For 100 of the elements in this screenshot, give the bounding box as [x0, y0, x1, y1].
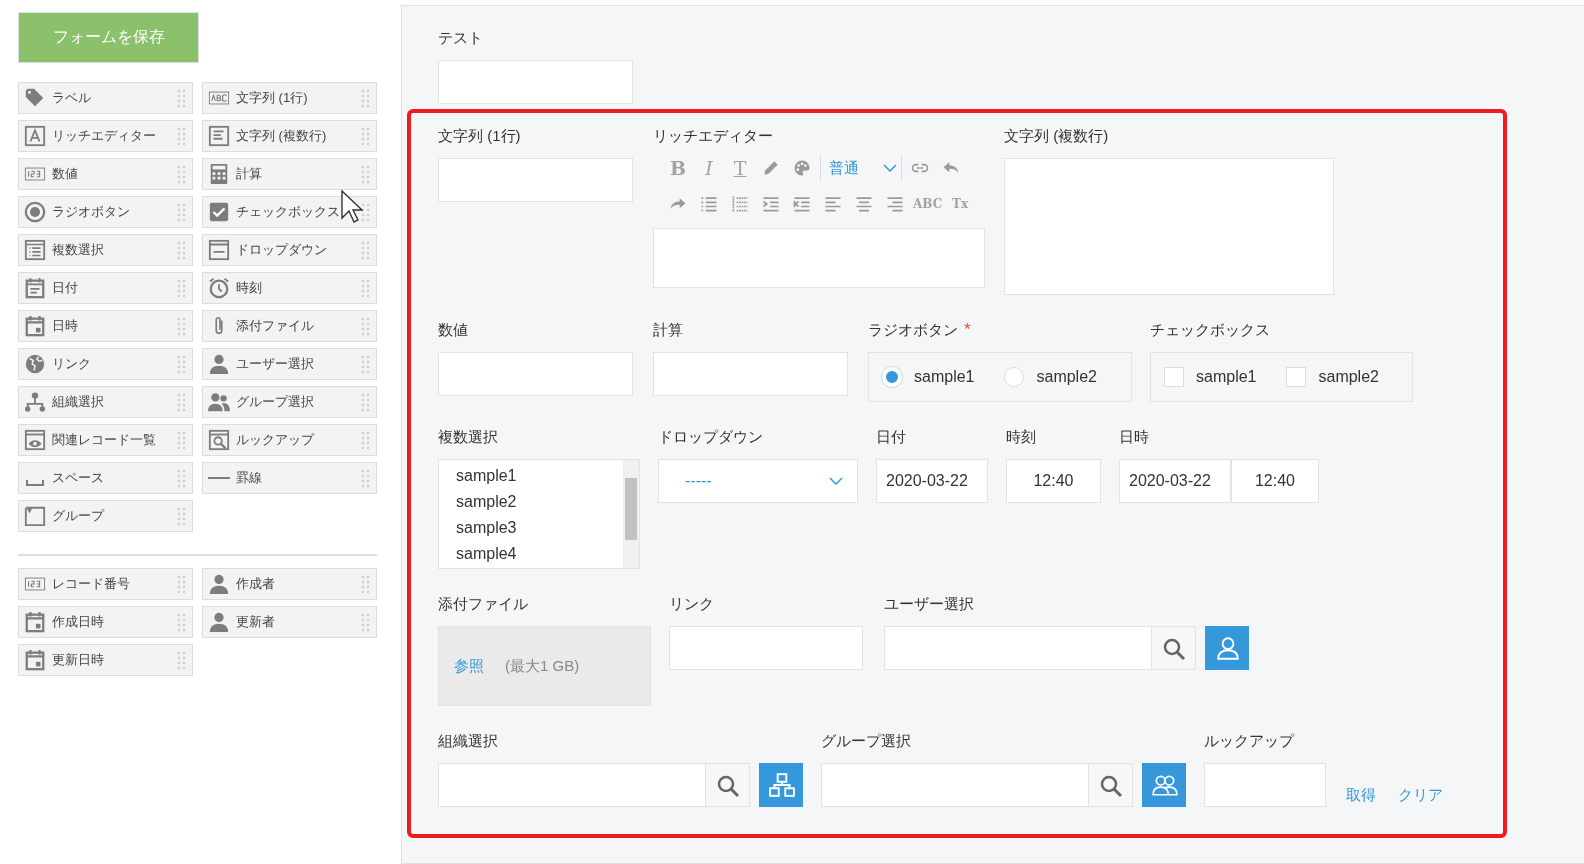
field-palette-item[interactable]: ドロップダウン — [202, 234, 377, 266]
field-label: 時刻 — [1006, 427, 1037, 447]
field-palette-item[interactable]: 作成日時 — [18, 606, 193, 638]
group-search-input[interactable] — [821, 763, 1089, 807]
field-palette-item[interactable]: ラベル — [18, 82, 193, 114]
scrollbar[interactable] — [623, 460, 639, 568]
field-palette-item[interactable]: スペース — [18, 462, 193, 494]
drag-handle-icon[interactable] — [177, 88, 186, 108]
text-input[interactable] — [438, 60, 633, 104]
field-palette-item[interactable]: グループ — [18, 500, 193, 532]
list-option[interactable]: sample1 — [456, 463, 623, 489]
person-icon — [208, 353, 230, 375]
number-input[interactable] — [438, 352, 633, 396]
drag-handle-icon[interactable] — [361, 354, 370, 374]
checkbox-option[interactable]: sample1 — [1164, 367, 1257, 387]
drag-handle-icon[interactable] — [177, 506, 186, 526]
organization-search-input[interactable] — [438, 763, 706, 807]
field-palette-item[interactable]: リンク — [18, 348, 193, 380]
palette-item-label: 作成日時 — [52, 613, 105, 631]
text-input[interactable] — [438, 158, 633, 202]
calculation-field[interactable] — [653, 352, 848, 396]
field-palette-item[interactable]: レコード番号 — [18, 568, 193, 600]
drag-handle-icon[interactable] — [361, 202, 370, 222]
drag-handle-icon[interactable] — [177, 316, 186, 336]
palette-item-label: グループ選択 — [236, 393, 315, 411]
drag-handle-icon[interactable] — [361, 316, 370, 336]
date-input[interactable]: 2020-03-22 — [876, 459, 988, 503]
palette-item-label: 添付ファイル — [236, 317, 315, 335]
lookup-input[interactable] — [1204, 763, 1326, 807]
date-input[interactable]: 2020-03-22 — [1119, 459, 1231, 503]
search-button[interactable] — [1089, 763, 1133, 807]
drag-handle-icon[interactable] — [177, 202, 186, 222]
field-palette-item[interactable]: 日付 — [18, 272, 193, 304]
field-palette-item[interactable]: 文字列 (複数行) — [202, 120, 377, 152]
drag-handle-icon[interactable] — [177, 164, 186, 184]
search-button[interactable] — [1152, 626, 1196, 670]
time-input[interactable]: 12:40 — [1006, 459, 1101, 503]
field-palette-item[interactable]: チェックボックス — [202, 196, 377, 228]
field-palette-item[interactable]: ユーザー選択 — [202, 348, 377, 380]
field-palette-item[interactable]: ルックアップ — [202, 424, 377, 456]
drag-handle-icon[interactable] — [361, 468, 370, 488]
calendar-day-icon — [24, 649, 46, 671]
list-option[interactable]: sample2 — [456, 489, 623, 515]
field-palette-item[interactable]: 関連レコード一覧 — [18, 424, 193, 456]
user-search-input[interactable] — [884, 626, 1152, 670]
field-palette-item[interactable]: 時刻 — [202, 272, 377, 304]
field-palette-item[interactable]: リッチエディター — [18, 120, 193, 152]
field-palette-item[interactable]: 作成者 — [202, 568, 377, 600]
field-palette-item[interactable]: 日時 — [18, 310, 193, 342]
search-button[interactable] — [706, 763, 750, 807]
field-palette-item[interactable]: 更新日時 — [18, 644, 193, 676]
drag-handle-icon[interactable] — [361, 164, 370, 184]
drag-handle-icon[interactable] — [177, 574, 186, 594]
field-palette-item[interactable]: 添付ファイル — [202, 310, 377, 342]
drag-handle-icon[interactable] — [361, 430, 370, 450]
time-input[interactable]: 12:40 — [1231, 459, 1319, 503]
drag-handle-icon[interactable] — [177, 612, 186, 632]
palette-item-label: 文字列 (1行) — [236, 89, 309, 107]
field-palette-item[interactable]: 更新者 — [202, 606, 377, 638]
drag-handle-icon[interactable] — [177, 392, 186, 412]
multi-select-list[interactable]: sample1 sample2 sample3 sample4 — [438, 459, 640, 569]
field-palette-item[interactable]: 計算 — [202, 158, 377, 190]
link-input[interactable] — [669, 626, 863, 670]
organization-picker-button[interactable] — [759, 763, 803, 807]
field-palette-item[interactable]: 文字列 (1行) — [202, 82, 377, 114]
drag-handle-icon[interactable] — [361, 612, 370, 632]
drag-handle-icon[interactable] — [177, 126, 186, 146]
chevron-down-icon — [883, 164, 897, 172]
group-picker-button[interactable] — [1142, 763, 1186, 807]
palette-item-label: レコード番号 — [52, 575, 131, 593]
drag-handle-icon[interactable] — [361, 278, 370, 298]
palette-item-label: 日時 — [52, 317, 79, 335]
radio-option[interactable]: sample2 — [1004, 367, 1097, 387]
drag-handle-icon[interactable] — [177, 354, 186, 374]
checkbox-option[interactable]: sample2 — [1286, 367, 1379, 387]
palette-item-label: グループ — [52, 507, 106, 525]
drag-handle-icon[interactable] — [177, 650, 186, 670]
field-label: ユーザー選択 — [884, 594, 975, 614]
drag-handle-icon[interactable] — [361, 88, 370, 108]
rich-text-editor[interactable] — [653, 228, 985, 288]
drag-handle-icon[interactable] — [361, 574, 370, 594]
list-option[interactable]: sample4 — [456, 541, 623, 567]
text-area[interactable] — [1004, 158, 1334, 295]
field-palette-item[interactable]: 複数選択 — [18, 234, 193, 266]
field-palette-item[interactable]: 組織選択 — [18, 386, 193, 418]
drag-handle-icon[interactable] — [177, 278, 186, 298]
drag-handle-icon[interactable] — [361, 392, 370, 412]
drag-handle-icon[interactable] — [177, 468, 186, 488]
field-label: 計算 — [653, 320, 684, 340]
radio-option[interactable]: sample1 — [882, 367, 975, 387]
drag-handle-icon[interactable] — [177, 240, 186, 260]
drag-handle-icon[interactable] — [361, 240, 370, 260]
field-palette-item[interactable]: ラジオボタン — [18, 196, 193, 228]
field-palette-item[interactable]: 数値 — [18, 158, 193, 190]
list-option[interactable]: sample3 — [456, 515, 623, 541]
drag-handle-icon[interactable] — [177, 430, 186, 450]
user-picker-button[interactable] — [1205, 626, 1249, 670]
field-palette-item[interactable]: グループ選択 — [202, 386, 377, 418]
drag-handle-icon[interactable] — [361, 126, 370, 146]
field-palette-item[interactable]: 罫線 — [202, 462, 377, 494]
